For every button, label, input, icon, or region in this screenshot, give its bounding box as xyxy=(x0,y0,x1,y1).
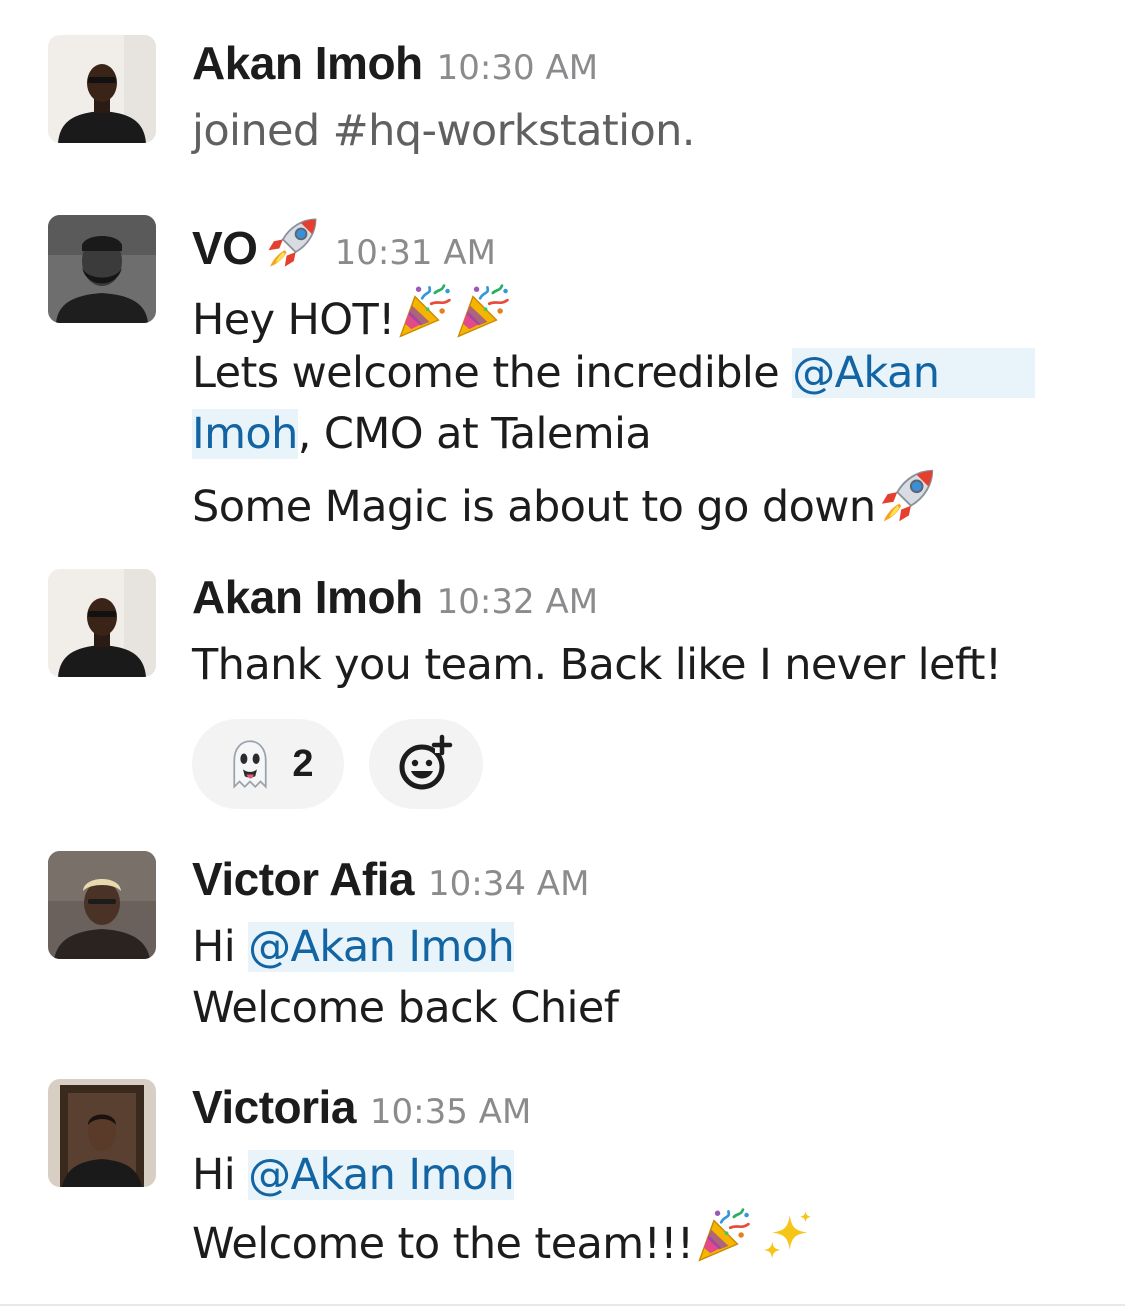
message-text: Hey HOT! xyxy=(192,282,511,351)
text-segment: Welcome to the team!!! xyxy=(192,1219,694,1269)
text-segment: Hi xyxy=(192,922,249,972)
rocket-icon xyxy=(263,214,321,272)
message-text: Welcome to the team!!! xyxy=(192,1206,816,1275)
avatar-akan-imoh[interactable] xyxy=(48,35,156,143)
reaction-count: 2 xyxy=(292,742,314,785)
author-name[interactable]: VO xyxy=(192,222,258,274)
timestamp[interactable]: 10:34 AM xyxy=(428,864,589,904)
message-header: Victoria 10:35 AM xyxy=(192,1080,531,1134)
message-text: Hi @Akan Imoh xyxy=(192,1145,515,1206)
author-name[interactable]: Akan Imoh xyxy=(192,571,423,623)
message-header: Victor Afia 10:34 AM xyxy=(192,852,589,906)
message-text: Hi @Akan Imoh xyxy=(192,917,515,978)
author-name[interactable]: Akan Imoh xyxy=(192,37,423,89)
author-name[interactable]: Victor Afia xyxy=(192,853,415,905)
timestamp[interactable]: 10:31 AM xyxy=(335,233,496,273)
message-text: joined #hq-workstation. xyxy=(192,106,695,156)
avatar-victor-afia[interactable] xyxy=(48,851,156,959)
message-text: Thank you team. Back like I never left! xyxy=(192,640,1002,690)
text-segment: Some Magic is about to go down xyxy=(192,482,876,532)
add-reaction-button[interactable] xyxy=(369,719,483,809)
party-popper-icon xyxy=(453,282,511,340)
text-segment: Lets welcome the incredible xyxy=(192,348,793,398)
text-segment: , CMO at Talemia xyxy=(297,409,652,459)
timestamp[interactable]: 10:35 AM xyxy=(370,1092,531,1132)
user-mention[interactable]: @Akan Imoh xyxy=(248,922,515,972)
divider xyxy=(0,1304,1125,1306)
message-text: Lets welcome the incredible @Akan xyxy=(192,343,1036,404)
party-popper-icon xyxy=(395,282,453,340)
reaction-ghost[interactable]: 2 xyxy=(192,719,344,809)
avatar-akan-imoh[interactable] xyxy=(48,569,156,677)
timestamp[interactable]: 10:32 AM xyxy=(437,582,598,622)
ghost-icon xyxy=(222,736,278,792)
timestamp[interactable]: 10:30 AM xyxy=(437,48,598,88)
user-mention[interactable]: Imoh xyxy=(192,409,298,459)
text-segment: Hey HOT! xyxy=(192,295,395,345)
add-reaction-icon xyxy=(399,734,453,790)
message-header: Akan Imoh 10:32 AM xyxy=(192,570,598,624)
message-text: Some Magic is about to go down xyxy=(192,465,938,538)
user-mention[interactable]: @Akan Imoh xyxy=(248,1150,515,1200)
message-text: Welcome back Chief xyxy=(192,983,619,1033)
user-mention[interactable]: @Akan xyxy=(792,348,1036,398)
party-popper-icon xyxy=(694,1206,752,1264)
message-header: VO 10:31 AM xyxy=(192,214,496,275)
sparkles-icon xyxy=(760,1208,816,1264)
avatar-victoria[interactable] xyxy=(48,1079,156,1187)
text-segment: Hi xyxy=(192,1150,249,1200)
avatar-vo[interactable] xyxy=(48,215,156,323)
message-header: Akan Imoh 10:30 AM xyxy=(192,36,598,90)
author-name[interactable]: Victoria xyxy=(192,1081,356,1133)
rocket-icon xyxy=(876,465,938,527)
message-text: Imoh, CMO at Talemia xyxy=(192,404,652,465)
